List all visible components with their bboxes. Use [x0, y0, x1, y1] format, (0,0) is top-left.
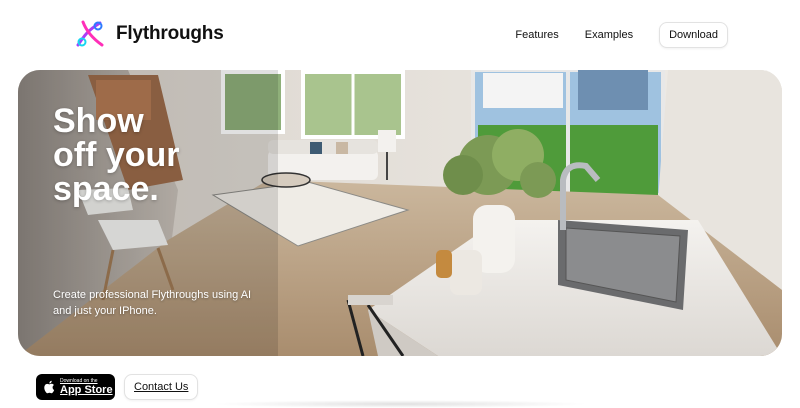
- nav-features-link[interactable]: Features: [515, 29, 558, 41]
- nav-download-button[interactable]: Download: [659, 22, 728, 48]
- brand-name: Flythroughs: [116, 23, 224, 44]
- app-store-button[interactable]: Download on the App Store: [36, 374, 115, 400]
- app-store-label: Download on the App Store: [60, 377, 113, 396]
- flythroughs-logo-icon: [76, 20, 104, 47]
- apple-icon: [44, 380, 55, 394]
- top-nav: Features Examples Download: [515, 22, 728, 48]
- hero-subtitle: Create professional Flythroughs using AI…: [53, 289, 252, 317]
- bottom-shadow: [210, 400, 590, 408]
- brand[interactable]: Flythroughs: [74, 18, 224, 50]
- hero-title-line: Show: [53, 102, 144, 140]
- hero-title-line: off your: [53, 136, 180, 174]
- site-header: Flythroughs Features Examples Download: [0, 0, 800, 70]
- contact-us-button[interactable]: Contact Us: [124, 374, 199, 400]
- app-store-small-text: Download on the: [60, 377, 98, 384]
- hero-title: Show off your space.: [53, 104, 253, 206]
- hero-banner: Show off your space. Create professional…: [18, 70, 782, 356]
- app-store-big-text: App Store: [60, 383, 113, 396]
- nav-examples-link[interactable]: Examples: [585, 29, 633, 41]
- hero-title-line: space.: [53, 170, 159, 208]
